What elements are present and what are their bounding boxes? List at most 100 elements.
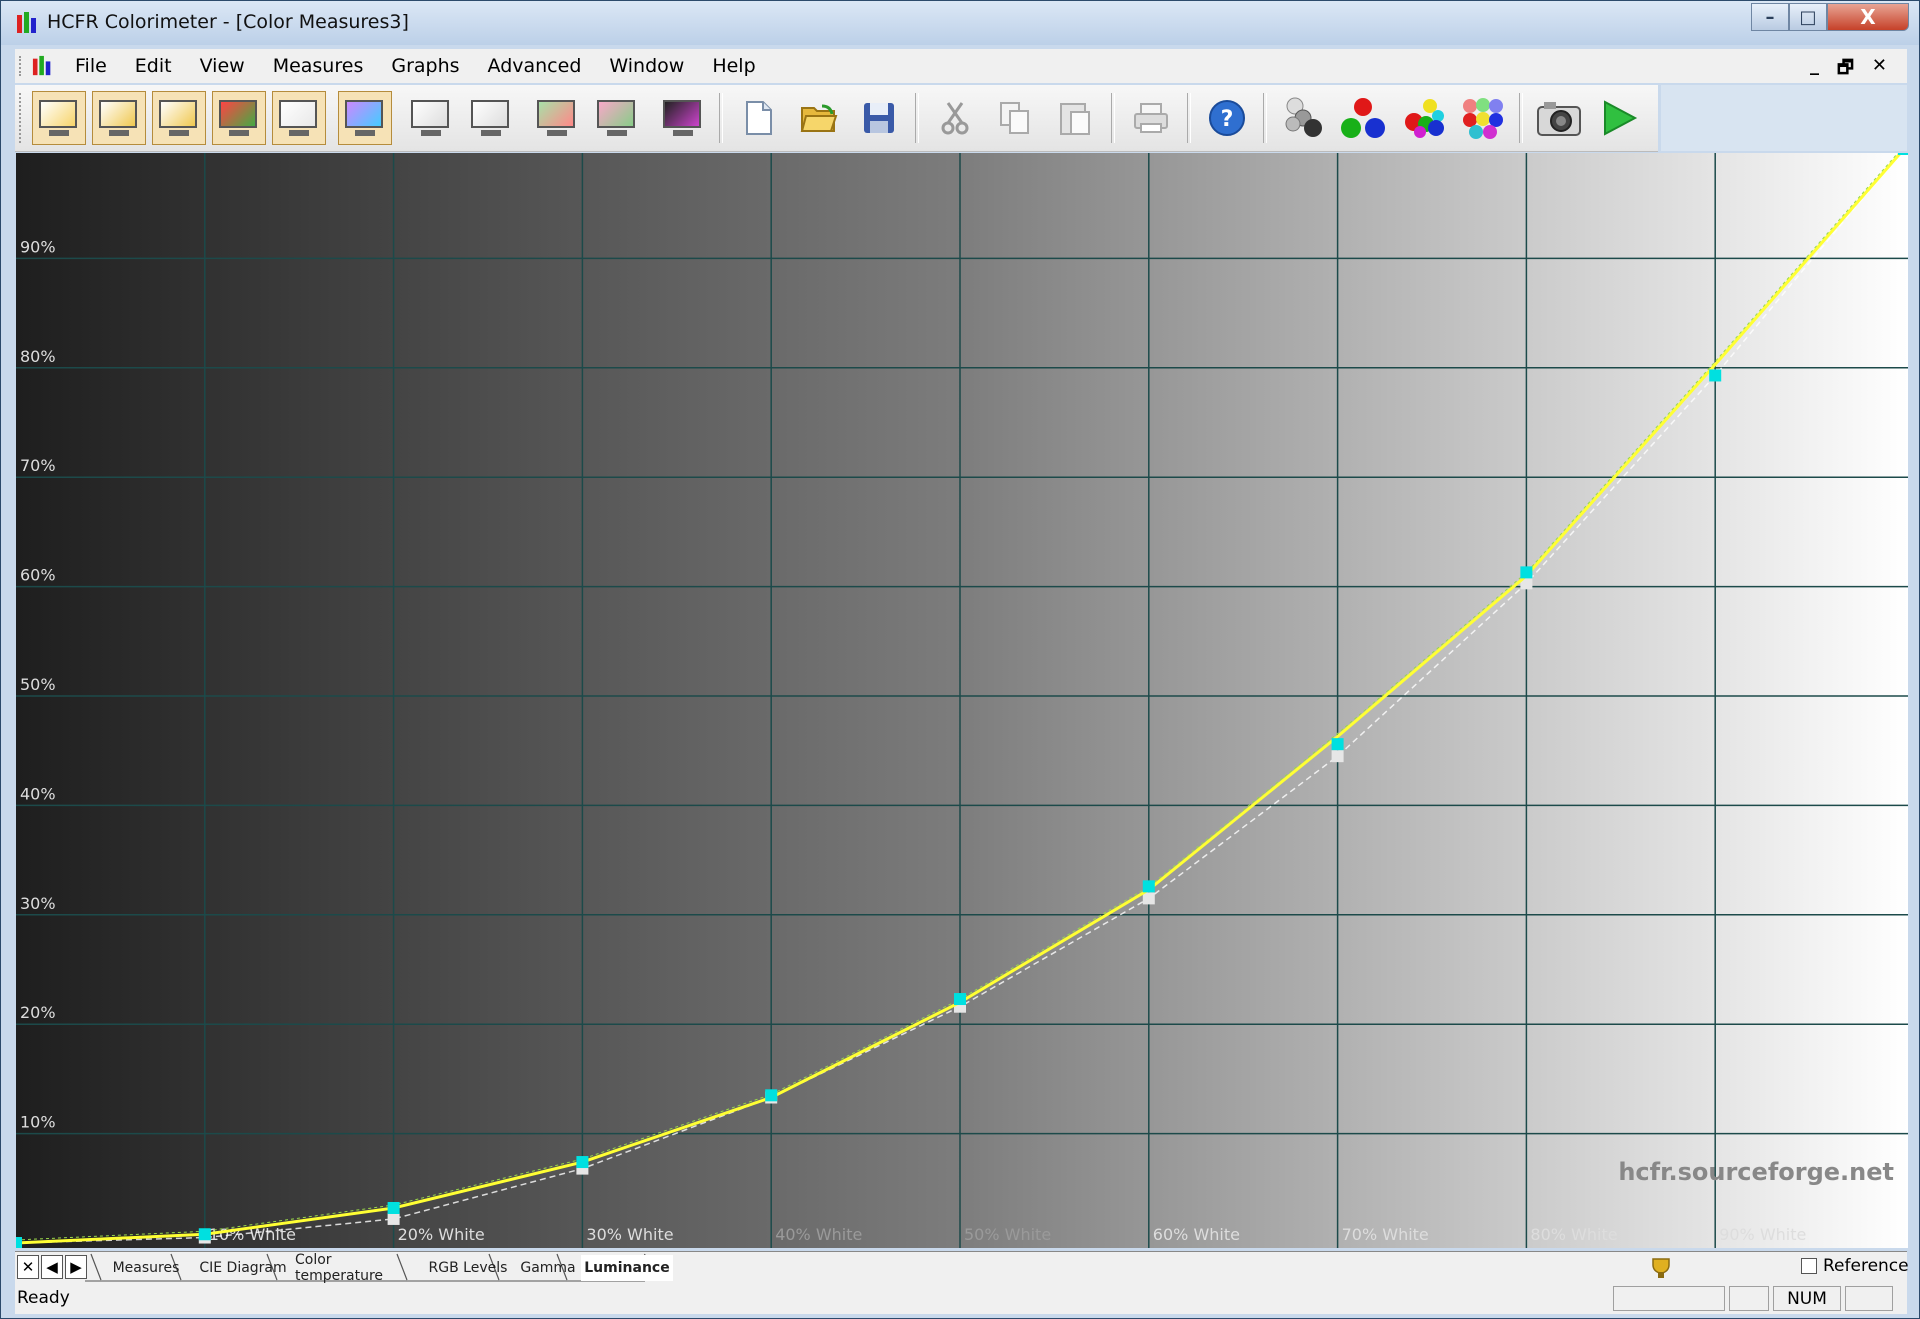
watermark: hcfr.sourceforge.net [1618,1158,1894,1186]
app-window: HCFR Colorimeter - [Color Measures3] – □… [0,0,1920,1319]
near-black-view-button[interactable] [404,91,458,145]
hcfr-app-icon [17,12,36,33]
cie-diagram-view-icon [343,98,387,138]
continuous-measure-button[interactable] [1592,91,1646,145]
print-icon [1134,103,1168,133]
mdi-close-button[interactable]: ✕ [1872,55,1887,85]
menu-window[interactable]: Window [595,55,698,77]
saturation-shift-view-button[interactable] [590,91,644,145]
near-white-view-icon [469,98,513,138]
measures-view-icon [37,98,81,138]
luminance-data-point [387,1201,400,1214]
menu-edit[interactable]: Edit [121,55,186,77]
tab-color-temperature[interactable]: Color temperature [295,1252,421,1284]
reference-label: Reference [1823,1256,1909,1276]
save-button[interactable] [852,91,906,145]
print-button[interactable] [1124,91,1178,145]
toolbar-separator [1519,93,1523,143]
tab-close-button[interactable]: ✕ [17,1255,39,1279]
luminance-data-point [1709,369,1722,382]
window-close-button[interactable]: X [1827,3,1909,31]
reference-checkbox[interactable]: Reference [1801,1256,1909,1276]
svg-text:?: ? [1221,107,1234,132]
menu-advanced[interactable]: Advanced [474,55,596,77]
color-temp-view-button[interactable] [272,91,326,145]
chart-background [16,153,1908,1248]
play-icon [1604,100,1638,136]
near-white-view-button[interactable] [464,91,518,145]
menu-measures[interactable]: Measures [259,55,378,77]
menu-file[interactable]: File [61,55,121,77]
luminance-view-button[interactable] [152,91,206,145]
help-button[interactable]: ? [1200,91,1254,145]
toolbar-grip[interactable] [19,93,25,143]
open-button[interactable] [792,91,846,145]
tab-luminance[interactable]: Luminance [581,1255,673,1281]
measure-primaries-button[interactable] [1336,91,1390,145]
tab-measures[interactable]: Measures [101,1255,191,1281]
luminance-data-point [576,1156,589,1169]
window-minimize-button[interactable]: – [1751,3,1789,31]
colorchecker-view-button[interactable] [656,91,710,145]
saturation-shift-view-icon [595,98,639,138]
cut-button[interactable] [928,91,982,145]
reference-checkbox-box[interactable] [1801,1258,1817,1274]
tab-cie-diagram[interactable]: CIE Diagram [191,1255,295,1281]
measure-secondaries-button[interactable] [1396,91,1450,145]
measure-saturations-button[interactable] [1456,91,1510,145]
new-file-icon [746,101,772,135]
luminance-data-point [1331,738,1344,751]
cie-diagram-view-button[interactable] [338,91,392,145]
mdi-minimize-button[interactable]: _ [1810,55,1819,85]
near-black-view-icon [409,98,453,138]
tab-gamma[interactable]: Gamma [515,1255,581,1281]
trophy-icon[interactable] [1649,1256,1673,1280]
window-controls: – □ X [1751,3,1909,31]
status-text: Ready [17,1288,70,1308]
new-file-button[interactable] [732,91,786,145]
tab-bar: ✕ ◀ ▶ Measures CIE Diagram Color tempera… [15,1251,1909,1284]
measure-primaries-icon [1341,98,1385,138]
window-maximize-button[interactable]: □ [1789,3,1827,31]
mdi-restore-button[interactable]: 🗗 [1837,55,1854,85]
rgb-levels-view-icon [217,98,261,138]
measure-secondaries-icon [1405,99,1444,138]
tab-next-button[interactable]: ▶ [65,1255,87,1279]
reference-curve-point [1142,892,1155,905]
measure-single-button[interactable] [1532,91,1586,145]
toolbar-empty-area [1661,85,1907,151]
title-bar[interactable]: HCFR Colorimeter - [Color Measures3] – □… [1,1,1919,45]
luminance-view-icon [157,98,201,138]
menu-graphs[interactable]: Graphs [377,55,473,77]
measure-grayscale-button[interactable] [1276,91,1330,145]
tab-rgb-levels[interactable]: RGB Levels [421,1255,515,1281]
paste-icon [1060,103,1090,135]
saturation-luminance-view-icon [535,98,579,138]
mdi-controls: _ 🗗 ✕ [1810,55,1887,85]
x-tick-label: 40% White [775,1225,862,1244]
view-buttons [29,91,713,145]
help-icon: ? [1209,100,1245,136]
y-tick-label: 50% [20,675,56,694]
menu-view[interactable]: View [186,55,259,77]
save-icon [864,103,894,133]
menubar-grip[interactable] [19,56,25,76]
luminance-chart[interactable]: 10% White 20% White 30% White 40% White 50% … [16,153,1908,1248]
window-title: HCFR Colorimeter - [Color Measures3] [47,11,409,33]
status-pane [1845,1286,1893,1311]
luminance-data-point [765,1089,778,1102]
toolbar-separator [915,93,919,143]
y-tick-label: 20% [20,1003,56,1022]
x-tick-label: 30% White [586,1225,673,1244]
copy-button[interactable] [988,91,1042,145]
tab-prev-button[interactable]: ◀ [41,1255,63,1279]
menu-help[interactable]: Help [698,55,769,77]
measures-view-button[interactable] [32,91,86,145]
y-tick-label: 70% [20,456,56,475]
rgb-levels-view-button[interactable] [212,91,266,145]
paste-button[interactable] [1048,91,1102,145]
saturation-luminance-view-button[interactable] [530,91,584,145]
hcfr-doc-icon[interactable] [31,55,55,77]
gamma-view-button[interactable] [92,91,146,145]
measure-grayscale-icon [1285,97,1322,137]
